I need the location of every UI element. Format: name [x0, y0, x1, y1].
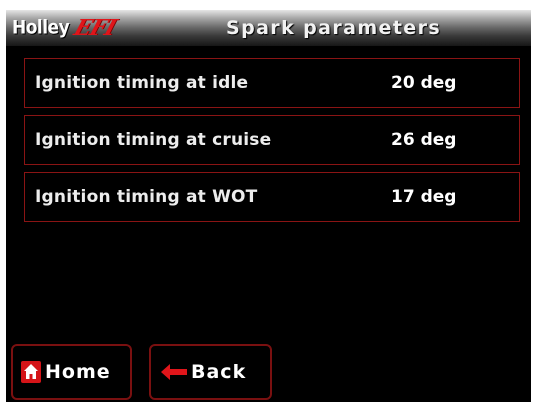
logo-efi-text: EFI [70, 15, 120, 41]
param-label: Ignition timing at idle [35, 73, 249, 93]
param-row-idle[interactable]: Ignition timing at idle 20 deg [24, 58, 520, 108]
param-row-cruise[interactable]: Ignition timing at cruise 26 deg [24, 115, 520, 165]
home-icon [21, 361, 41, 383]
param-value: 26 deg [391, 130, 457, 150]
holley-efi-logo: Holley EFI [12, 15, 119, 41]
param-row-wot[interactable]: Ignition timing at WOT 17 deg [24, 172, 520, 222]
back-button-label: Back [191, 361, 247, 383]
param-value: 17 deg [391, 187, 457, 207]
back-button[interactable]: Back [149, 344, 272, 400]
param-value: 20 deg [391, 73, 457, 93]
home-button-label: Home [45, 361, 111, 383]
screen: Holley EFI Spark parameters Ignition tim… [6, 10, 531, 402]
home-button[interactable]: Home [11, 344, 132, 400]
param-label: Ignition timing at cruise [35, 130, 272, 150]
logo-brand-text: Holley [12, 17, 70, 39]
page-title: Spark parameters [226, 17, 442, 39]
arrow-left-icon [161, 364, 187, 380]
param-label: Ignition timing at WOT [35, 187, 258, 207]
header-bar: Holley EFI Spark parameters [6, 10, 531, 46]
